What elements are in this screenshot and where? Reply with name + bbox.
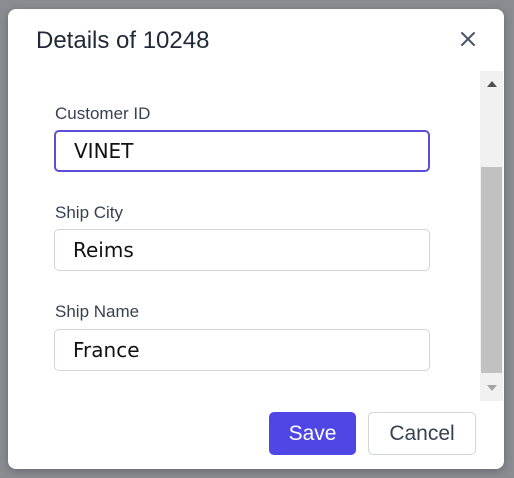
scroll-up-button[interactable] [486,77,498,89]
customer-id-label: Customer ID [55,104,151,123]
dialog-content: Customer ID VINET Ship City Reims Ship N… [8,71,480,401]
scrollbar-thumb[interactable] [481,167,502,373]
customer-id-input[interactable]: VINET [54,130,430,172]
vertical-scrollbar[interactable] [480,71,503,401]
scroll-down-arrow-icon [487,385,497,391]
save-button[interactable]: Save [269,412,356,455]
scroll-up-arrow-icon [487,81,497,87]
ship-name-input[interactable]: France [54,329,430,371]
ship-city-input[interactable]: Reims [54,229,430,271]
close-button[interactable] [456,27,480,51]
dialog-title: Details of 10248 [36,27,210,54]
ship-city-label: Ship City [55,203,124,222]
close-icon [461,32,475,46]
details-dialog: Details of 10248 Customer ID VINET Ship … [8,9,504,469]
ship-name-label: Ship Name [55,302,140,321]
scroll-down-button[interactable] [486,381,498,393]
cancel-button[interactable]: Cancel [368,412,476,455]
